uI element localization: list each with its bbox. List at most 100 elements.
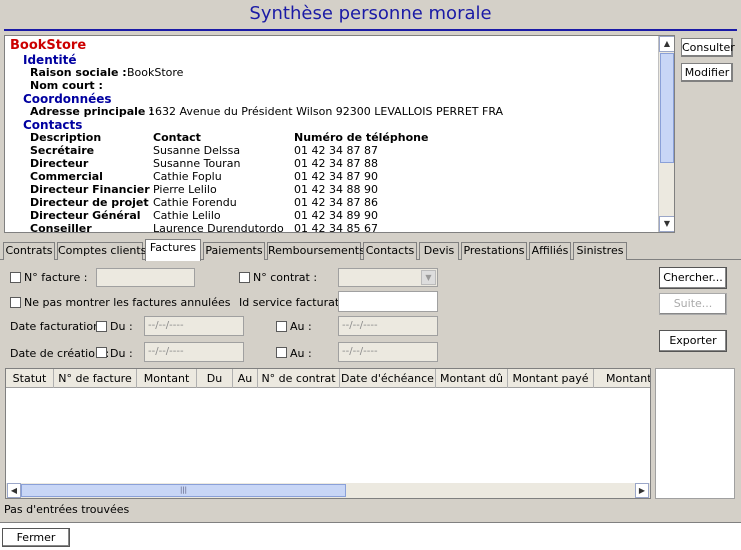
company-name: BookStore <box>10 38 87 53</box>
hide-cancelled-checkbox[interactable] <box>10 297 21 308</box>
grid-horizontal-scrollbar[interactable]: ◀ ||| ▶ <box>6 483 650 498</box>
export-button[interactable]: Exporter <box>659 330 727 352</box>
summary-content: BookStore Identité Raison sociale : Book… <box>5 36 660 232</box>
contract-no-checkbox[interactable] <box>239 272 250 283</box>
scroll-down-icon[interactable]: ▼ <box>659 216 674 232</box>
service-id-label: Id service facturat° : <box>239 296 352 309</box>
window-title: Synthèse personne morale <box>249 3 492 24</box>
creation-date-label: Date de création : <box>10 347 110 360</box>
column-header[interactable]: Montant dû <box>436 369 508 388</box>
contacts-header-phone: Numéro de téléphone <box>294 131 429 144</box>
contact-phone: 01 42 34 88 90 <box>294 183 378 196</box>
contact-description: Directeur Financier <box>30 183 150 196</box>
scroll-thumb[interactable] <box>660 53 674 163</box>
contact-name: Pierre Lelilo <box>153 183 217 196</box>
creation-du-date[interactable]: --/--/---- <box>144 342 244 362</box>
adresse-value: 1632 Avenue du Président Wilson 92300 LE… <box>148 105 504 118</box>
column-header[interactable]: Montant payé <box>508 369 594 388</box>
contact-phone: 01 42 34 87 86 <box>294 196 378 209</box>
column-header[interactable]: N° de facture <box>54 369 137 388</box>
contact-name: Cathie Lelilo <box>153 209 221 222</box>
column-header[interactable]: Date d'échéance <box>340 369 436 388</box>
billing-du-date[interactable]: --/--/---- <box>144 316 244 336</box>
contacts-header-description: Description <box>30 131 102 144</box>
creation-du-label: Du : <box>110 347 133 360</box>
search-button[interactable]: Chercher... <box>659 267 727 289</box>
contact-phone: 01 42 34 89 90 <box>294 209 378 222</box>
consulter-button[interactable]: Consulter <box>681 38 735 57</box>
billing-date-label: Date facturation : <box>10 320 108 333</box>
creation-au-date[interactable]: --/--/---- <box>338 342 438 362</box>
tab-comptes-clients[interactable]: Comptes clients <box>57 242 146 260</box>
invoice-grid[interactable]: Statut N° de facture Montant Du Au N° de… <box>5 368 651 499</box>
hide-cancelled-label: Ne pas montrer les factures annulées <box>24 296 231 309</box>
creation-du-checkbox[interactable] <box>96 347 107 358</box>
adresse-label: Adresse principale : <box>30 105 154 118</box>
column-header[interactable]: Montant <box>137 369 197 388</box>
raison-sociale-value: BookStore <box>127 66 184 79</box>
scroll-thumb[interactable]: ||| <box>21 484 346 497</box>
summary-panel: BookStore Identité Raison sociale : Book… <box>4 35 675 233</box>
status-text: Pas d'entrées trouvées <box>4 503 130 516</box>
nom-court-label: Nom court : <box>30 79 103 92</box>
contact-description: Conseiller <box>30 222 92 232</box>
scroll-left-icon[interactable]: ◀ <box>7 483 21 498</box>
contacts-header-contact: Contact <box>153 131 201 144</box>
next-button[interactable]: Suite... <box>659 293 727 315</box>
column-header[interactable]: Au <box>233 369 258 388</box>
tab-paiements[interactable]: Paiements <box>203 242 265 260</box>
modifier-button[interactable]: Modifier <box>681 63 733 82</box>
column-header[interactable]: Du <box>197 369 233 388</box>
footer-area <box>0 524 741 550</box>
tab-sinistres[interactable]: Sinistres <box>573 242 627 260</box>
section-identity: Identité <box>23 53 77 67</box>
creation-au-checkbox[interactable] <box>276 347 287 358</box>
contact-name: Cathie Forendu <box>153 196 237 209</box>
tab-bar: Contrats Comptes clients Factures Paieme… <box>0 239 741 261</box>
contact-description: Directeur Général <box>30 209 141 222</box>
tab-remboursements[interactable]: Remboursements <box>267 242 365 260</box>
service-id-input[interactable] <box>338 291 438 312</box>
tab-factures[interactable]: Factures <box>145 239 201 261</box>
grid-side-panel <box>655 368 735 499</box>
tab-contacts[interactable]: Contacts <box>363 242 417 260</box>
billing-au-date[interactable]: --/--/---- <box>338 316 438 336</box>
contact-phone: 01 42 34 85 67 <box>294 222 378 232</box>
invoice-no-checkbox[interactable] <box>10 272 21 283</box>
close-button[interactable]: Fermer <box>2 528 70 547</box>
billing-au-checkbox[interactable] <box>276 321 287 332</box>
billing-du-checkbox[interactable] <box>96 321 107 332</box>
contact-name: Susanne Touran <box>153 157 241 170</box>
scroll-right-icon[interactable]: ▶ <box>635 483 649 498</box>
tab-devis[interactable]: Devis <box>419 242 459 260</box>
tab-contrats[interactable]: Contrats <box>3 242 55 260</box>
column-header[interactable]: Statut <box>6 369 54 388</box>
contact-description: Directeur <box>30 157 89 170</box>
billing-au-label: Au : <box>290 320 312 333</box>
raison-sociale-label: Raison sociale : <box>30 66 127 79</box>
title-underline <box>4 29 737 31</box>
tab-affilies[interactable]: Affiliés <box>529 242 571 260</box>
invoice-no-label: N° facture : <box>24 271 88 284</box>
section-contacts: Contacts <box>23 118 83 132</box>
summary-scrollbar[interactable]: ▲ ▼ <box>658 36 674 232</box>
contact-name: Cathie Foplu <box>153 170 222 183</box>
contract-no-select[interactable]: ▼ <box>338 268 438 287</box>
section-coordinates: Coordonnées <box>23 92 112 106</box>
contact-description: Secrétaire <box>30 144 95 157</box>
column-header[interactable]: N° de contrat <box>258 369 340 388</box>
grid-header: Statut N° de facture Montant Du Au N° de… <box>6 369 650 388</box>
tab-prestations[interactable]: Prestations <box>461 242 527 260</box>
contact-name: Susanne Delssa <box>153 144 241 157</box>
column-header[interactable]: Montant p <box>594 369 650 388</box>
scroll-up-icon[interactable]: ▲ <box>659 36 674 52</box>
contact-phone: 01 42 34 87 88 <box>294 157 378 170</box>
contact-description: Commercial <box>30 170 103 183</box>
contact-description: Directeur de projet <box>30 196 149 209</box>
chevron-down-icon[interactable]: ▼ <box>421 270 436 285</box>
creation-au-label: Au : <box>290 347 312 360</box>
contact-phone: 01 42 34 87 87 <box>294 144 378 157</box>
invoice-no-input[interactable] <box>96 268 195 287</box>
contract-no-label: N° contrat : <box>253 271 318 284</box>
contact-name: Laurence Durendutordo <box>153 222 284 232</box>
